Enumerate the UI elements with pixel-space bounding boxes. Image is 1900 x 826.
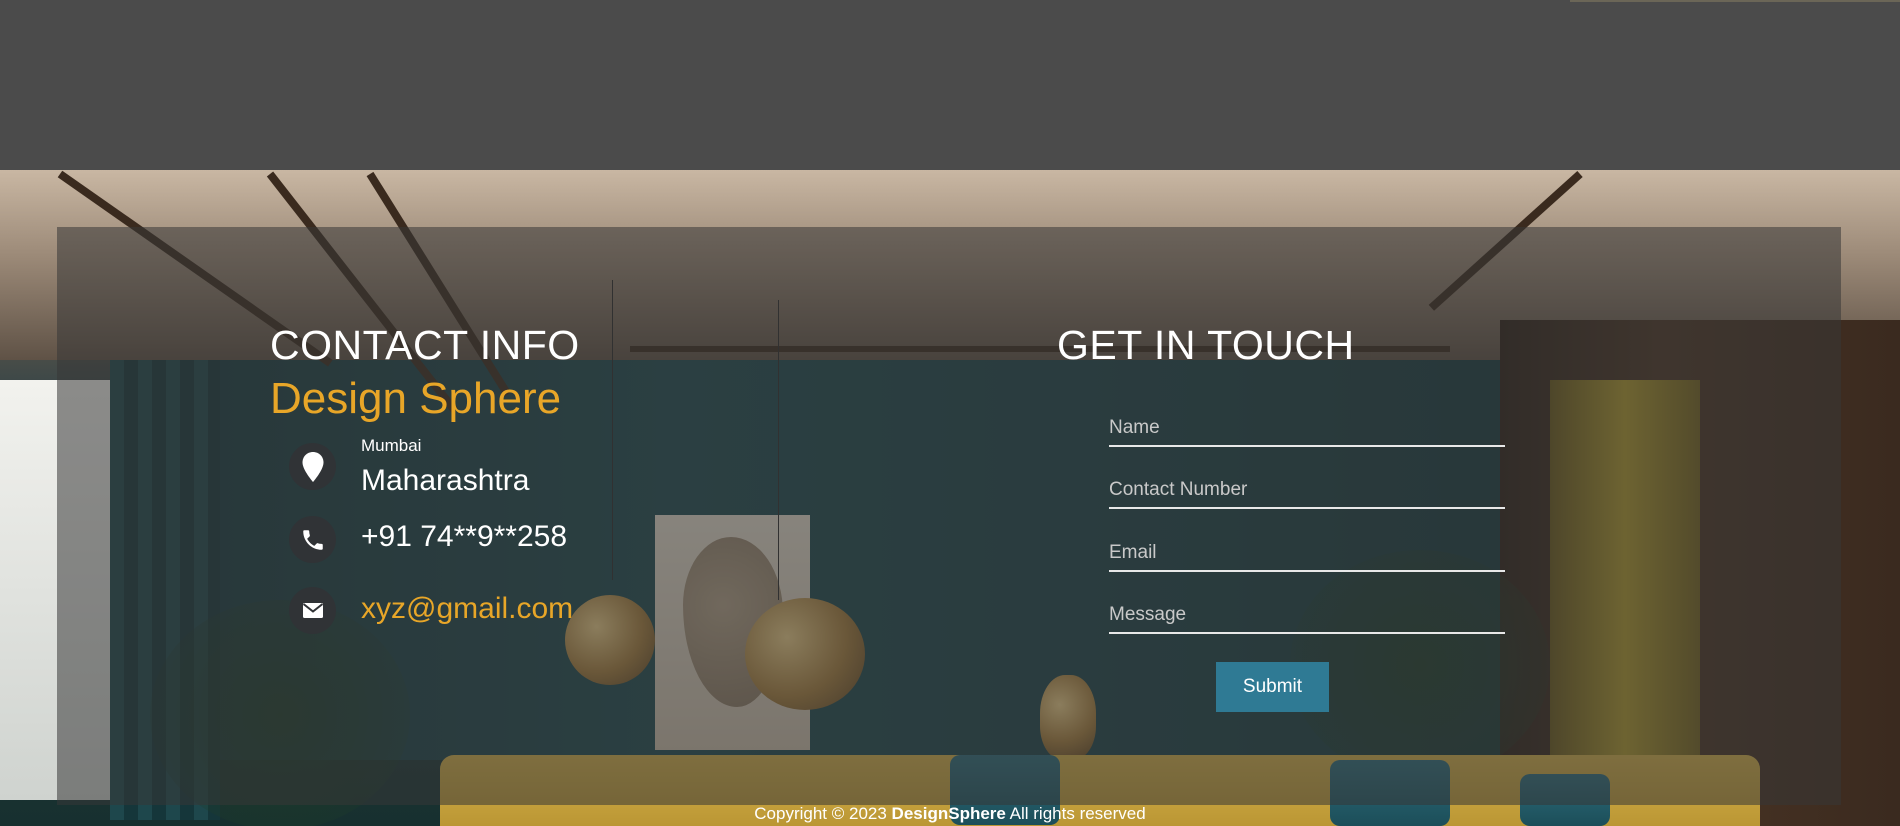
contact-info-heading: CONTACT INFO	[270, 322, 580, 368]
footer-prefix: Copyright © 2023	[754, 804, 887, 823]
address-state: Maharashtra	[361, 464, 530, 497]
phone-number: +91 74**9**258	[361, 520, 568, 553]
footer-copyright: Copyright © 2023 DesignSphere All rights…	[0, 804, 1900, 826]
name-input[interactable]	[1109, 411, 1505, 447]
email-input[interactable]	[1109, 536, 1505, 572]
footer-suffix: All rights reserved	[1009, 804, 1146, 823]
top-band-edge	[1570, 0, 1900, 2]
brand-name: Design Sphere	[270, 374, 562, 423]
email-link[interactable]: xyz@gmail.com	[361, 592, 573, 626]
map-pin-icon	[302, 451, 323, 482]
contact-overlay-card	[57, 227, 1841, 805]
page: CONTACT INFO Design Sphere Mumbai Mahara…	[0, 0, 1900, 826]
get-in-touch-heading: GET IN TOUCH	[1057, 322, 1355, 368]
phone-icon-badge	[289, 516, 336, 563]
phone-icon	[302, 529, 323, 550]
footer-brand: DesignSphere	[891, 804, 1006, 823]
top-band	[0, 0, 1900, 170]
contact-number-input[interactable]	[1109, 473, 1505, 509]
email-icon-badge	[289, 587, 336, 634]
submit-button[interactable]: Submit	[1216, 662, 1329, 712]
location-icon-badge	[289, 443, 336, 490]
address-city: Mumbai	[361, 436, 422, 455]
envelope-icon	[302, 603, 323, 618]
message-input[interactable]	[1109, 598, 1505, 634]
